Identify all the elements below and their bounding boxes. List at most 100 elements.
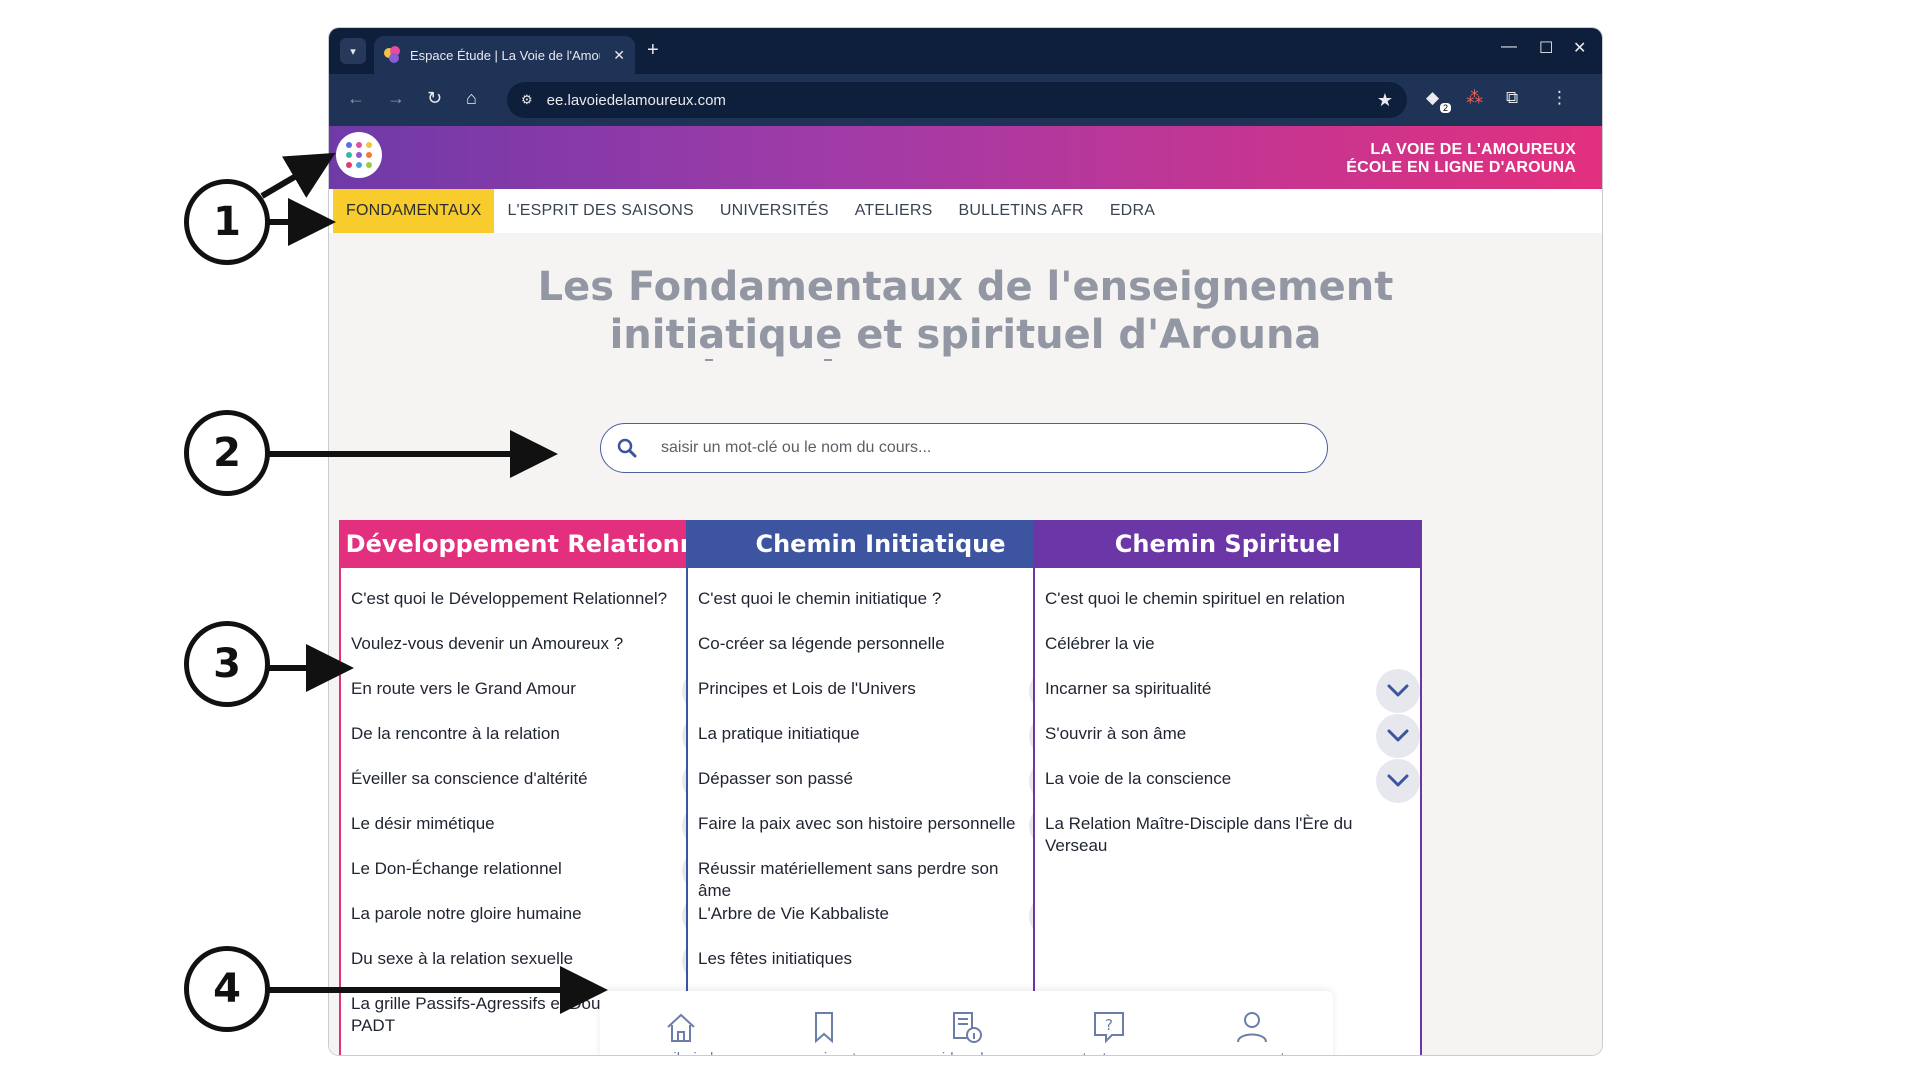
home-icon[interactable]: ⌂ <box>466 88 477 109</box>
course-item[interactable]: Éveiller sa conscience d'altérité <box>351 759 726 813</box>
course-item[interactable]: C'est quoi le Développement Relationnel? <box>351 588 726 633</box>
web-page: LA VOIE DE L'AMOUREUX ÉCOLE EN LIGNE D'A… <box>329 126 1602 1055</box>
course-item-label[interactable]: La parole notre gloire humaine <box>351 903 671 925</box>
course-item[interactable]: Dépasser son passé <box>698 759 1073 813</box>
minimize-button[interactable]: — <box>1501 38 1517 56</box>
course-item[interactable]: La parole notre gloire humaine <box>351 894 726 948</box>
course-item-label[interactable]: Éveiller sa conscience d'altérité <box>351 768 671 790</box>
course-item-label[interactable]: La Relation Maître-Disciple dans l'Ère d… <box>1045 813 1365 857</box>
nav-item-0[interactable]: FONDAMENTAUX <box>333 189 495 233</box>
back-icon[interactable]: ← <box>347 88 365 109</box>
course-item-label[interactable]: Co-créer sa légende personnelle <box>698 633 1018 655</box>
course-item-label[interactable]: S'ouvrir à son âme <box>1045 723 1365 745</box>
course-item-label[interactable]: La voie de la conscience <box>1045 768 1365 790</box>
site-header: LA VOIE DE L'AMOUREUX ÉCOLE EN LIGNE D'A… <box>329 126 1602 189</box>
bookmark-icon <box>814 1011 833 1043</box>
brand-line-1: LA VOIE DE L'AMOUREUX <box>1370 141 1576 158</box>
expand-chevron-icon[interactable] <box>1376 714 1420 758</box>
course-item[interactable]: De la rencontre à la relation <box>351 714 726 768</box>
browser-tab-active[interactable]: Espace Étude | La Voie de l'Amoureux ✕ <box>374 36 635 74</box>
course-item-label[interactable]: De la rencontre à la relation <box>351 723 671 745</box>
nav-item-2[interactable]: UNIVERSITÉS <box>707 189 842 233</box>
course-item-label[interactable]: Voulez-vous devenir un Amoureux ? <box>351 633 671 655</box>
course-list: C'est quoi le chemin spirituel en relati… <box>1035 588 1420 858</box>
extension-dots-icon[interactable]: ⁂ <box>1466 88 1483 108</box>
menu-icon[interactable]: ⋮ <box>1551 88 1568 108</box>
course-item[interactable]: S'ouvrir à son âme <box>1045 714 1420 768</box>
brand-line-2: ÉCOLE EN LIGNE D'AROUNA <box>1346 159 1576 176</box>
course-item-label[interactable]: Dépasser son passé <box>698 768 1018 790</box>
course-item-label[interactable]: Incarner sa spiritualité <box>1045 678 1365 700</box>
address-bar[interactable]: ⚙ ee.lavoiedelamoureux.com ★ <box>507 82 1407 118</box>
course-item-label[interactable]: L'Arbre de Vie Kabbaliste <box>698 903 1018 925</box>
browser-toolbar: ← → ↻ ⌂ ⚙ ee.lavoiedelamoureux.com ★ ◆ 2… <box>329 74 1602 126</box>
course-item-label[interactable]: Du sexe à la relation sexuelle <box>351 948 671 970</box>
course-item[interactable]: La voie de la conscience <box>1045 759 1420 813</box>
course-item-label[interactable]: C'est quoi le Développement Relationnel? <box>351 588 671 610</box>
course-item-label[interactable]: La pratique initiatique <box>698 723 1018 745</box>
course-item[interactable]: La Relation Maître-Disciple dans l'Ère d… <box>1045 813 1420 858</box>
tab-search-button[interactable]: ▾ <box>340 38 366 64</box>
course-item-label[interactable]: Principes et Lois de l'Univers <box>698 678 1018 700</box>
course-item[interactable]: En route vers le Grand Amour <box>351 669 726 723</box>
page-title-line-1: Les Fondamentaux de l'enseignement <box>537 264 1394 310</box>
help-doc-icon <box>953 1011 983 1043</box>
tab-close-icon[interactable]: ✕ <box>613 47 625 64</box>
course-item[interactable]: Incarner sa spiritualité <box>1045 669 1420 723</box>
extension-icon[interactable]: ◆ <box>1426 88 1439 108</box>
nav-item-4[interactable]: BULLETINS AFR <box>946 189 1097 233</box>
reload-icon[interactable]: ↻ <box>427 88 442 109</box>
site-settings-icon[interactable]: ⚙ <box>521 92 533 108</box>
nav-item-3[interactable]: ATELIERS <box>842 189 946 233</box>
bottom-nav-help-doc[interactable]: aide · doc <box>901 1008 1031 1056</box>
home-icon <box>667 1013 695 1042</box>
course-item[interactable]: C'est quoi le chemin spirituel en relati… <box>1045 588 1420 633</box>
new-tab-button[interactable]: + <box>647 39 659 62</box>
title-decoration <box>329 359 1602 369</box>
course-item-label[interactable]: Les fêtes initiatiques <box>698 948 1018 970</box>
close-window-button[interactable]: ✕ <box>1573 38 1586 58</box>
course-item[interactable]: Célébrer la vie <box>1045 633 1420 678</box>
app-menu-button[interactable] <box>336 132 382 178</box>
course-item-label[interactable]: En route vers le Grand Amour <box>351 678 671 700</box>
course-item-label[interactable]: C'est quoi le chemin spirituel en relati… <box>1045 588 1365 610</box>
nav-item-1[interactable]: L'ESPRIT DES SAISONS <box>494 189 706 233</box>
course-item-label[interactable]: Le désir mimétique <box>351 813 671 835</box>
forward-icon[interactable]: → <box>387 88 405 109</box>
course-item[interactable]: Réussir matériellement sans perdre son â… <box>698 858 1073 903</box>
course-item[interactable]: Faire la paix avec son histoire personne… <box>698 804 1073 858</box>
expand-chevron-icon[interactable] <box>1376 669 1420 713</box>
course-item-label[interactable]: Le Don-Échange relationnel <box>351 858 671 880</box>
search-bar[interactable] <box>600 423 1328 473</box>
course-item-label[interactable]: Célébrer la vie <box>1045 633 1365 655</box>
expand-chevron-icon[interactable] <box>1376 759 1420 803</box>
nav-item-5[interactable]: EDRA <box>1097 189 1168 233</box>
annotation-3: 3 <box>184 621 270 707</box>
bottom-nav-account[interactable]: mon compte <box>1187 1008 1317 1055</box>
extension-badge: 2 <box>1440 103 1452 113</box>
bookmark-star-icon[interactable]: ★ <box>1377 90 1393 111</box>
course-item[interactable]: Le Don-Échange relationnel <box>351 849 726 903</box>
course-item-label[interactable]: Réussir matériellement sans perdre son â… <box>698 858 1018 902</box>
puzzle-icon[interactable]: ⧉ <box>1506 88 1518 108</box>
search-input[interactable] <box>661 439 1261 457</box>
bottom-nav-home[interactable]: accueil · index <box>616 1008 746 1056</box>
course-item-label[interactable]: Faire la paix avec son histoire personne… <box>698 813 1018 835</box>
bottom-nav-label: accueil · index <box>633 1050 729 1056</box>
course-item[interactable]: Co-créer sa légende personnelle <box>698 633 1073 678</box>
maximize-button[interactable]: ☐ <box>1539 38 1553 58</box>
course-item[interactable]: Le désir mimétique <box>351 804 726 858</box>
bottom-nav-contact[interactable]: ? contactez-nous <box>1044 1008 1174 1055</box>
course-item[interactable]: Les fêtes initiatiques <box>698 948 1073 993</box>
course-item-label[interactable]: C'est quoi le chemin initiatique ? <box>698 588 1018 610</box>
course-item[interactable]: L'Arbre de Vie Kabbaliste <box>698 894 1073 948</box>
course-item[interactable]: La pratique initiatique <box>698 714 1073 768</box>
course-item[interactable]: Principes et Lois de l'Univers <box>698 669 1073 723</box>
course-item[interactable]: C'est quoi le chemin initiatique ? <box>698 588 1073 633</box>
account-icon <box>1236 1011 1267 1042</box>
course-item[interactable]: Voulez-vous devenir un Amoureux ? <box>351 633 726 678</box>
url-text[interactable]: ee.lavoiedelamoureux.com <box>547 92 726 109</box>
bottom-nav-bookmark[interactable]: mes signets <box>759 1008 889 1055</box>
bottom-nav-label: aide · doc <box>934 1050 1000 1056</box>
course-item[interactable]: Du sexe à la relation sexuelle <box>351 939 726 993</box>
